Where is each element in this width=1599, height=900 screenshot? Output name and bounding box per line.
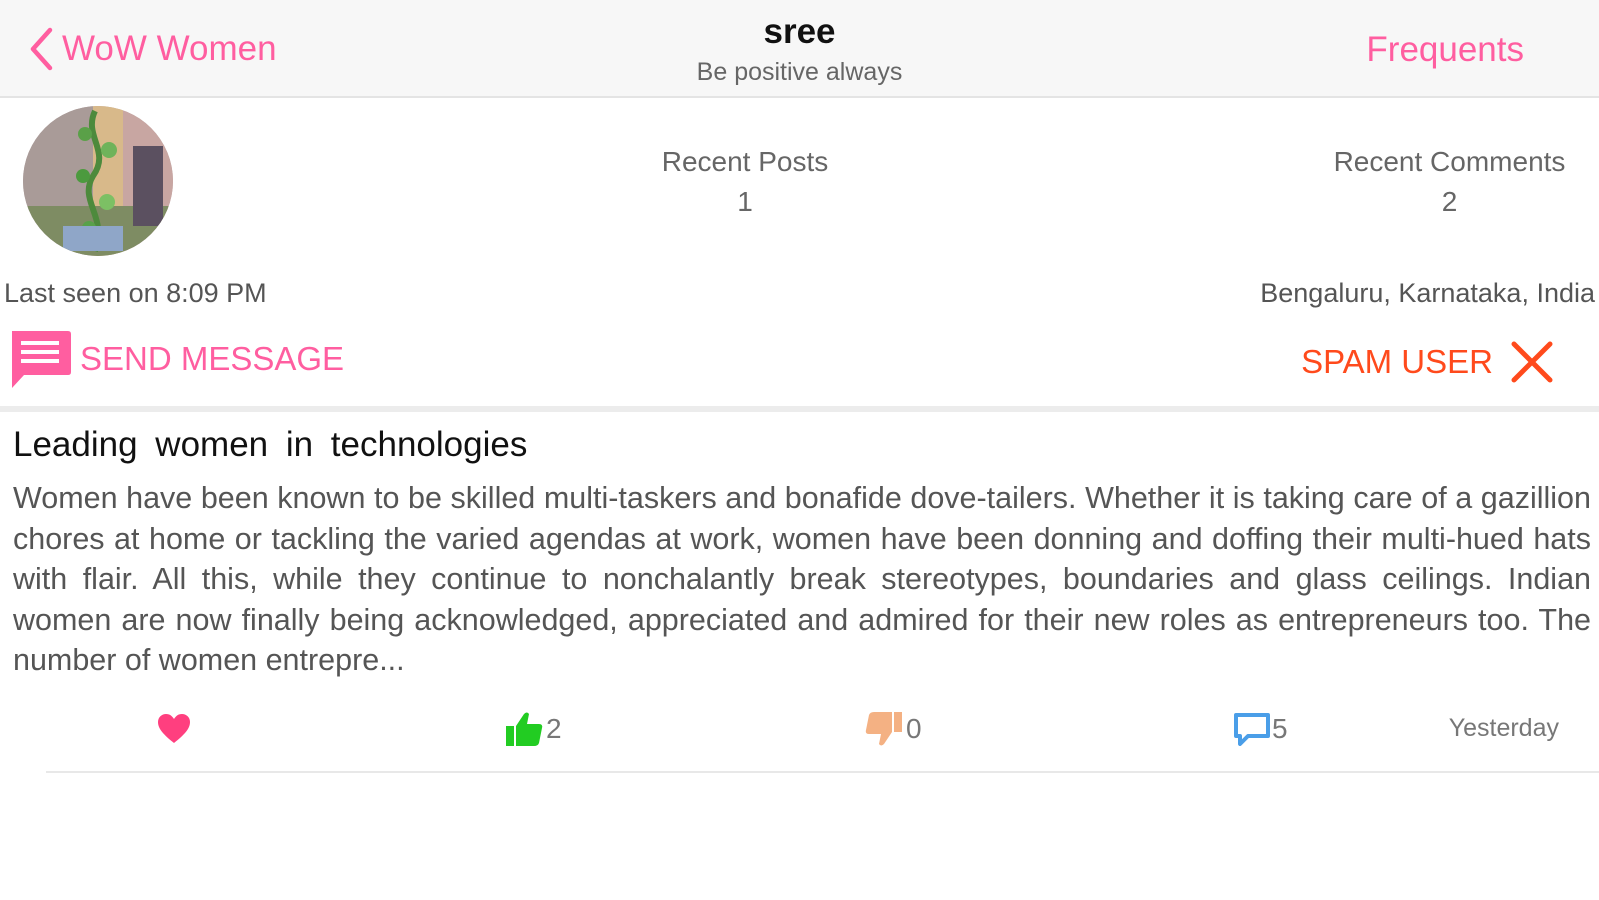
- section-divider: [0, 406, 1599, 412]
- recent-posts-count: 1: [737, 186, 753, 217]
- thumbs-down-icon: [865, 712, 902, 746]
- post-body[interactable]: Women have been known to be skilled mult…: [13, 478, 1591, 681]
- recent-posts-stat[interactable]: Recent Posts 1: [600, 146, 890, 218]
- location-text: Bengaluru, Karnataka, India: [1260, 278, 1595, 308]
- message-icon: [12, 331, 71, 388]
- heart-icon: [158, 714, 190, 743]
- recent-comments-label: Recent Comments: [1333, 146, 1566, 177]
- post-actions: 2 0 5 Yesterday: [0, 706, 1599, 752]
- dislike-count: 0: [906, 713, 922, 744]
- comments-button[interactable]: 5: [1234, 706, 1288, 752]
- last-seen-text: Last seen on 8:09 PM: [4, 278, 267, 308]
- avatar-image: [23, 106, 173, 256]
- avatar[interactable]: [23, 106, 173, 256]
- navigation-bar: WoW Women sree Be positive always Freque…: [0, 0, 1599, 98]
- recent-comments-count: 2: [1441, 186, 1458, 217]
- frequents-button[interactable]: Frequents: [1366, 30, 1524, 70]
- dislike-button[interactable]: 0: [864, 706, 922, 752]
- like-button[interactable]: 2: [504, 706, 562, 752]
- comment-icon: [1234, 713, 1270, 746]
- send-message-label: SEND MESSAGE: [80, 340, 345, 377]
- post-separator: [46, 771, 1599, 773]
- comment-count: 5: [1272, 713, 1288, 744]
- spam-user-button[interactable]: SPAM USER: [1301, 334, 1553, 390]
- recent-posts-label: Recent Posts: [661, 146, 829, 177]
- post-timestamp: Yesterday: [1448, 714, 1559, 742]
- favorite-button[interactable]: [156, 706, 194, 752]
- post-title[interactable]: Leading women in technologies: [13, 425, 527, 465]
- recent-comments-stat[interactable]: Recent Comments 2: [1300, 146, 1599, 218]
- thumbs-up-icon: [506, 712, 543, 746]
- like-count: 2: [546, 713, 562, 744]
- page-subtitle: Be positive always: [696, 58, 903, 86]
- close-icon: [1511, 341, 1553, 383]
- send-message-button[interactable]: SEND MESSAGE: [8, 328, 344, 390]
- spam-user-label: SPAM USER: [1301, 343, 1493, 380]
- page-title: sree: [763, 12, 836, 51]
